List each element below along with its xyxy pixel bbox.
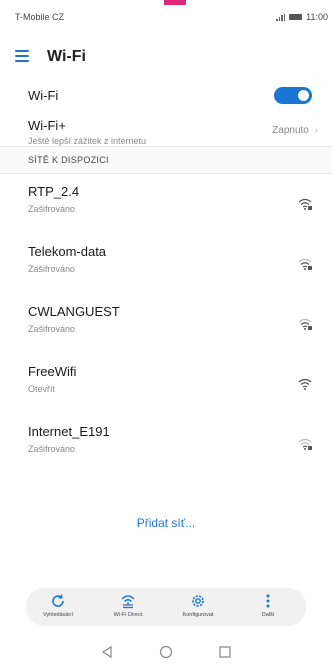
wifi-direct-button[interactable]: Wi-Fi Direct [100,592,156,618]
status-icons: 11:00 [276,12,328,22]
wifi-plus-status: Zapnuto › [272,125,318,136]
network-status: Zašifrováno [28,324,76,334]
switch-knob [298,90,309,101]
gear-icon [192,595,204,607]
network-name: Internet_E191 [28,424,110,439]
network-status: Zašifrováno [28,444,76,454]
wifi-switch[interactable] [274,87,312,104]
wifi-signal-icon [298,378,312,390]
wifi-signal-icon [298,258,312,270]
network-name: Telekom-data [28,244,107,259]
clock: 11:00 [306,12,328,22]
network-status: Zašifrováno [28,264,76,274]
network-status: Otevřít [28,384,56,394]
notification-indicator [164,0,186,5]
network-item[interactable]: Internet_E191 Zašifrováno [0,416,332,464]
battery-icon [289,14,303,20]
wifi-direct-icon [121,595,135,609]
hamburger-menu-icon[interactable] [15,50,29,62]
network-name: RTP_2.4 [28,184,80,199]
wifi-signal-icon [298,198,312,210]
add-network-link[interactable]: Přidat síť... [0,516,332,530]
wifi-direct-label: Wi-Fi Direct [113,612,143,618]
network-name: FreeWifi [28,364,77,379]
network-item[interactable]: RTP_2.4 Zašifrováno [0,176,332,224]
app-bar: Wi-Fi [0,36,332,78]
back-icon[interactable] [100,645,114,659]
network-name: CWLANGUEST [28,304,120,319]
refresh-icon [52,594,64,607]
scan-label: Vyhledávání [42,612,74,618]
home-icon[interactable] [159,645,173,659]
section-title: SÍTĚ K DISPOZICI [28,155,109,165]
wifi-plus-row[interactable]: Wi-Fi+ Ještě lepší zážitek z internetu Z… [0,118,332,146]
scan-button[interactable]: Vyhledávání [30,592,86,618]
wifi-plus-status-text: Zapnuto [272,125,309,136]
more-button[interactable]: Další [240,592,296,618]
available-networks-header: SÍTĚ K DISPOZICI [0,146,332,174]
wifi-plus-subtitle: Ještě lepší zážitek z internetu [28,136,147,146]
wifi-signal-icon [298,318,312,330]
network-item[interactable]: CWLANGUEST Zašifrováno [0,296,332,344]
status-bar: T-Mobile CZ 11:00 [0,0,332,32]
network-item[interactable]: Telekom-data Zašifrováno [0,236,332,284]
chevron-right-icon: › [314,125,318,136]
signal-icon [276,13,286,21]
recents-icon[interactable] [218,645,232,659]
more-vertical-icon [266,594,270,608]
more-label: Další [261,612,275,618]
system-nav-bar [0,638,332,668]
configure-button[interactable]: Konfigurovat [170,592,226,618]
configure-label: Konfigurovat [182,612,214,618]
network-item[interactable]: FreeWifi Otevřít [0,356,332,404]
wifi-signal-icon [298,438,312,450]
wifi-toggle-label: Wi-Fi [28,88,59,103]
wifi-plus-label: Wi-Fi+ [28,118,66,133]
wifi-toggle-row[interactable]: Wi-Fi [0,84,332,108]
carrier-name: T-Mobile CZ [15,12,65,22]
page-title: Wi-Fi [47,48,86,65]
bottom-action-bar: Vyhledávání Wi-Fi Direct Konfigurovat Da… [26,588,306,626]
network-status: Zašifrováno [28,204,76,214]
